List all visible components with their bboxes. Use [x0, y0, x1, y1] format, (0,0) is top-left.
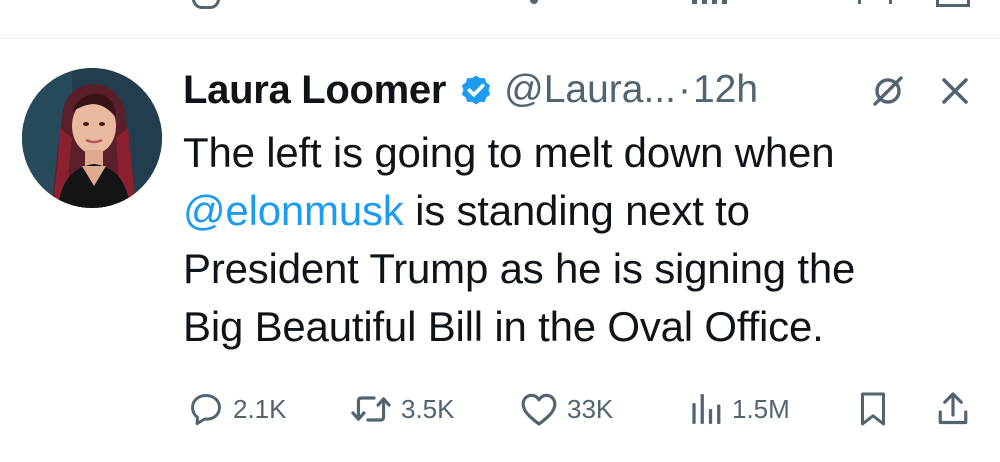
like-button[interactable]: 33K	[519, 385, 613, 433]
heart-icon	[519, 390, 559, 428]
header-separator: ·	[677, 68, 691, 111]
tweet-header: Laura Loomer @Laura... · 12h	[183, 62, 983, 118]
tweet-text-segment: The left is going to melt down when	[183, 129, 835, 176]
share-icon	[935, 389, 971, 429]
tweet-time[interactable]: 12h	[693, 68, 758, 112]
close-icon[interactable]	[936, 72, 972, 108]
tweet-text-line: @elonmusk is standing next to	[183, 182, 983, 240]
reply-button[interactable]: 2.1K	[187, 385, 287, 433]
previous-tweet-actions	[0, 0, 1000, 9]
repost-icon	[349, 390, 393, 428]
author-handle[interactable]: @Laura...	[504, 68, 676, 112]
mute-icon[interactable]	[870, 72, 906, 108]
tweet-text-line: The left is going to melt down when	[183, 124, 983, 182]
views-count: 1.5M	[732, 393, 790, 424]
tweet-screen: Laura Loomer @Laura... · 12h The left is…	[0, 0, 1000, 462]
views-icon	[688, 390, 724, 428]
reply-icon	[187, 390, 225, 428]
tweet-text-segment: President Trump as he is signing the	[183, 245, 856, 292]
tweet-text: The left is going to melt down when @elo…	[183, 124, 983, 356]
bookmark-button[interactable]	[855, 385, 891, 433]
avatar[interactable]	[22, 68, 162, 208]
views-button[interactable]: 1.5M	[688, 385, 790, 433]
bookmark-icon	[855, 389, 891, 429]
share-button[interactable]	[935, 385, 971, 433]
repost-count: 3.5K	[401, 393, 455, 424]
tweet-text-line: President Trump as he is signing the	[183, 240, 983, 298]
tweet-actions: 2.1K 3.5K 33K 1.5M	[183, 385, 983, 433]
tweet-text-segment: is standing next to	[403, 187, 750, 234]
tweet-divider	[0, 38, 1000, 39]
reply-count: 2.1K	[233, 393, 287, 424]
tweet-text-segment: Big Beautiful Bill in the Oval Office.	[183, 303, 824, 350]
author-name[interactable]: Laura Loomer	[183, 68, 446, 113]
like-count: 33K	[567, 393, 614, 424]
mention-link[interactable]: @elonmusk	[183, 187, 404, 234]
verified-badge-icon	[458, 72, 494, 108]
repost-button[interactable]: 3.5K	[349, 385, 455, 433]
profile-photo-icon	[22, 68, 162, 208]
tweet-text-line: Big Beautiful Bill in the Oval Office.	[183, 298, 983, 356]
